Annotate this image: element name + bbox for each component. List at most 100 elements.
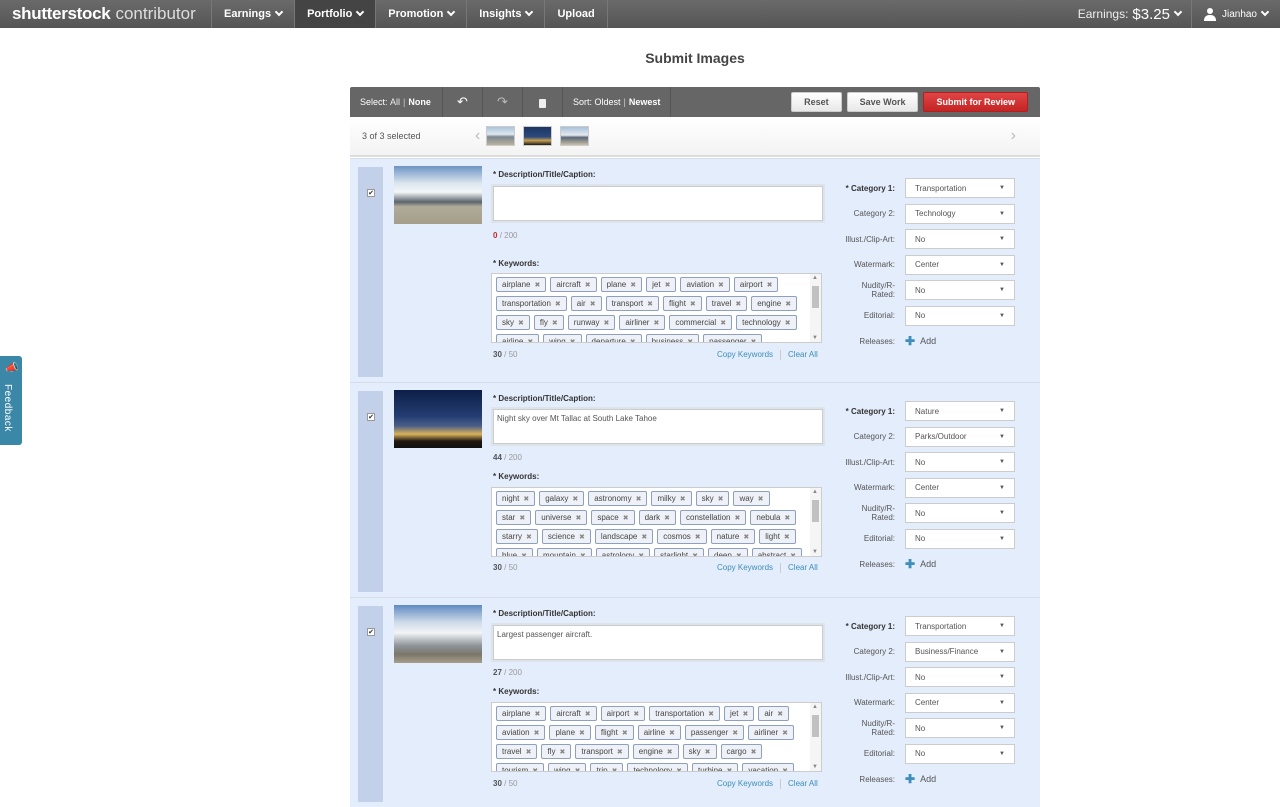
remove-keyword-icon[interactable]: ✖	[785, 301, 791, 308]
item-select-bar[interactable]: ✔	[358, 167, 383, 377]
remove-keyword-icon[interactable]: ✖	[572, 496, 578, 503]
remove-keyword-icon[interactable]: ✖	[630, 282, 636, 289]
item-checkbox[interactable]: ✔	[367, 628, 375, 636]
remove-keyword-icon[interactable]: ✖	[732, 730, 738, 737]
keyword-tag[interactable]: aircraft ✖	[550, 277, 597, 292]
keyword-tag[interactable]: flight ✖	[663, 296, 702, 311]
thumbnail-1[interactable]	[486, 126, 516, 146]
keyword-tag[interactable]: milky ✖	[651, 491, 692, 506]
remove-keyword-icon[interactable]: ✖	[633, 711, 639, 718]
remove-keyword-icon[interactable]: ✖	[708, 711, 714, 718]
description-input[interactable]	[493, 186, 823, 221]
remove-keyword-icon[interactable]: ✖	[777, 711, 783, 718]
category1-select[interactable]: Nature ▼	[905, 401, 1015, 421]
keyword-tag[interactable]: technology ✖	[736, 315, 797, 330]
keyword-tag[interactable]: astronomy ✖	[588, 491, 648, 506]
keyword-tag[interactable]: transportation ✖	[649, 706, 721, 721]
remove-keyword-icon[interactable]: ✖	[767, 282, 773, 289]
keyword-tag[interactable]: trip ✖	[590, 763, 624, 771]
scroll-down-icon[interactable]: ▼	[812, 549, 818, 555]
remove-keyword-icon[interactable]: ✖	[579, 534, 585, 541]
submit-for-review-button[interactable]: Submit for Review	[923, 92, 1028, 112]
item-select-bar[interactable]: ✔	[358, 391, 383, 592]
keyword-tag[interactable]: aviation ✖	[496, 725, 546, 740]
nudity-select[interactable]: No ▼	[905, 280, 1015, 300]
remove-keyword-icon[interactable]: ✖	[695, 534, 701, 541]
copy-keywords-link[interactable]: Copy Keywords	[717, 779, 773, 788]
remove-keyword-icon[interactable]: ✖	[667, 749, 673, 756]
save-work-button[interactable]: Save Work	[846, 92, 919, 112]
keyword-tag[interactable]: airport ✖	[600, 706, 646, 721]
scroll-up-icon[interactable]: ▲	[812, 489, 818, 495]
keyword-tag[interactable]: fly ✖	[533, 315, 564, 330]
keyword-tag[interactable]: travel ✖	[496, 744, 538, 759]
remove-keyword-icon[interactable]: ✖	[720, 320, 726, 327]
remove-keyword-icon[interactable]: ✖	[641, 534, 647, 541]
keyword-tag[interactable]: aircraft ✖	[550, 706, 597, 721]
remove-keyword-icon[interactable]: ✖	[690, 301, 696, 308]
remove-keyword-icon[interactable]: ✖	[653, 320, 659, 327]
description-input[interactable]: Largest passenger aircraft.	[493, 625, 823, 660]
keyword-tag[interactable]: airliner ✖	[748, 725, 795, 740]
remove-keyword-icon[interactable]: ✖	[782, 730, 788, 737]
remove-keyword-icon[interactable]: ✖	[742, 711, 748, 718]
scroll-down-icon[interactable]: ▼	[812, 764, 818, 770]
remove-keyword-icon[interactable]: ✖	[758, 496, 764, 503]
remove-keyword-icon[interactable]: ✖	[735, 301, 741, 308]
keyword-tag[interactable]: flight ✖	[594, 725, 634, 740]
delete-button[interactable]	[523, 87, 563, 117]
item-checkbox[interactable]: ✔	[367, 413, 375, 421]
remove-keyword-icon[interactable]: ✖	[570, 339, 576, 342]
remove-keyword-icon[interactable]: ✖	[785, 320, 791, 327]
feedback-tab[interactable]: 📣 Feedback	[0, 356, 22, 445]
remove-keyword-icon[interactable]: ✖	[585, 282, 591, 289]
keyword-tag[interactable]: astrology ✖	[595, 548, 651, 556]
nudity-select[interactable]: No ▼	[905, 503, 1015, 523]
remove-keyword-icon[interactable]: ✖	[647, 301, 653, 308]
watermark-select[interactable]: Center ▼	[905, 477, 1015, 498]
thumbnail-2[interactable]	[523, 126, 553, 146]
keywords-scrollbar[interactable]: ▲ ▼	[810, 703, 821, 771]
keyword-tag[interactable]: travel ✖	[705, 296, 748, 311]
keyword-tag[interactable]: constellation ✖	[680, 510, 747, 525]
keyword-tag[interactable]: tourism ✖	[496, 763, 545, 771]
remove-keyword-icon[interactable]: ✖	[751, 749, 757, 756]
remove-keyword-icon[interactable]: ✖	[590, 301, 596, 308]
keyword-tag[interactable]: business ✖	[645, 334, 700, 342]
keyword-tag[interactable]: starry ✖	[496, 529, 538, 544]
keywords-scrollbar[interactable]: ▲ ▼	[810, 274, 821, 342]
remove-keyword-icon[interactable]: ✖	[534, 711, 540, 718]
watermark-select[interactable]: Center ▼	[905, 254, 1015, 275]
remove-keyword-icon[interactable]: ✖	[579, 730, 585, 737]
illustration-select[interactable]: No ▼	[905, 452, 1015, 472]
remove-keyword-icon[interactable]: ✖	[534, 282, 540, 289]
remove-keyword-icon[interactable]: ✖	[630, 339, 636, 342]
scroll-thumb[interactable]	[812, 286, 819, 308]
watermark-select[interactable]: Center ▼	[905, 692, 1015, 713]
remove-keyword-icon[interactable]: ✖	[552, 320, 558, 327]
remove-keyword-icon[interactable]: ✖	[664, 515, 670, 522]
remove-keyword-icon[interactable]: ✖	[555, 301, 561, 308]
remove-keyword-icon[interactable]: ✖	[784, 534, 790, 541]
nav-insights[interactable]: Insights	[466, 0, 544, 28]
nav-portfolio[interactable]: Portfolio	[294, 0, 376, 28]
keyword-tag[interactable]: turbine ✖	[692, 763, 739, 771]
remove-keyword-icon[interactable]: ✖	[534, 730, 540, 737]
keyword-tag[interactable]: plane ✖	[600, 277, 643, 292]
remove-keyword-icon[interactable]: ✖	[575, 768, 581, 771]
keyword-tag[interactable]: cargo ✖	[720, 744, 763, 759]
remove-keyword-icon[interactable]: ✖	[743, 534, 749, 541]
remove-keyword-icon[interactable]: ✖	[687, 339, 693, 342]
keyword-tag[interactable]: runway ✖	[567, 315, 616, 330]
keyword-tag[interactable]: wing ✖	[543, 334, 582, 342]
keyword-tag[interactable]: sky ✖	[695, 491, 730, 506]
thumbnail-3[interactable]	[560, 126, 590, 146]
nav-upload[interactable]: Upload	[544, 0, 608, 28]
keyword-tag[interactable]: nebula ✖	[750, 510, 797, 525]
redo-button[interactable]: ↷	[483, 87, 523, 117]
remove-keyword-icon[interactable]: ✖	[622, 730, 628, 737]
keyword-tag[interactable]: light ✖	[759, 529, 796, 544]
earnings-dropdown[interactable]: Earnings: $3.25	[1068, 0, 1191, 28]
reset-button[interactable]: Reset	[791, 92, 842, 112]
remove-keyword-icon[interactable]: ✖	[680, 496, 686, 503]
